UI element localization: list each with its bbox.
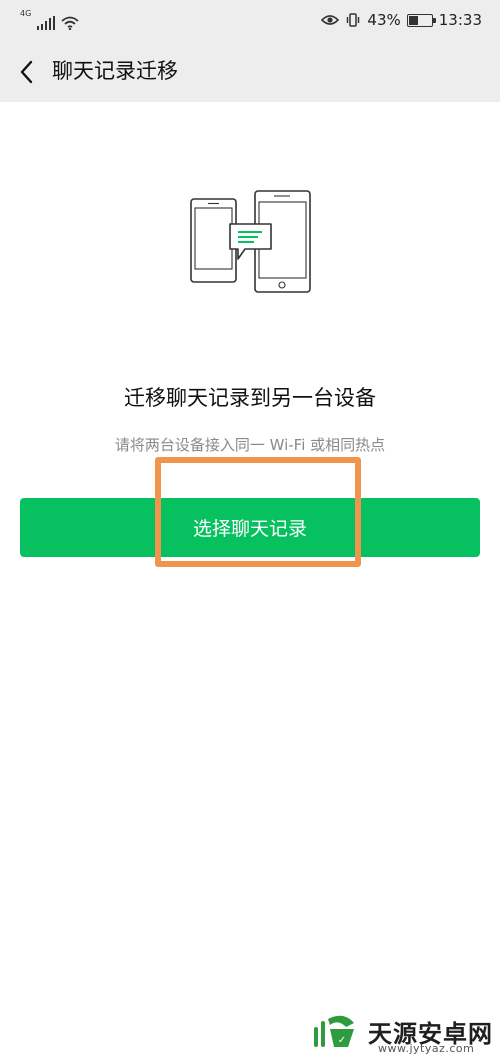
battery-percent: 43% <box>367 11 401 29</box>
nav-bar: 聊天记录迁移 <box>0 42 500 102</box>
page-title: 聊天记录迁移 <box>52 59 178 83</box>
network-type-label: 4G <box>20 9 32 18</box>
top-bar: 4G 43% 13:33 聊天记录迁移 <box>0 0 500 102</box>
status-left: 4G <box>20 10 79 30</box>
phones-transfer-icon <box>190 190 311 293</box>
vibrate-icon <box>347 13 360 27</box>
svg-text:✓: ✓ <box>338 1035 346 1046</box>
battery-fill <box>408 15 418 25</box>
watermark-url: www.jytyaz.com <box>378 1042 475 1055</box>
watermark-logo-icon: ✓ <box>314 1015 354 1047</box>
instruction-text: 请将两台设备接入同一 Wi-Fi 或相同热点 <box>114 436 386 454</box>
status-right: 43% 13:33 <box>321 11 482 29</box>
battery-icon <box>406 13 436 27</box>
chevron-left-icon <box>20 60 33 84</box>
screen: 4G 43% 13:33 聊天记录迁移 迁移聊天记录到另一台设备 请将两台设备接… <box>0 0 500 1057</box>
watermark: ✓ 天源安卓网 www.jytyaz.com <box>306 1012 496 1055</box>
signal-icon <box>37 16 56 30</box>
headline: 迁移聊天记录到另一台设备 <box>124 386 376 410</box>
eye-icon <box>321 15 340 25</box>
select-chat-history-button[interactable]: 选择聊天记录 <box>20 498 480 557</box>
wifi-icon <box>61 16 79 30</box>
clock: 13:33 <box>438 11 482 29</box>
select-chat-history-label: 选择聊天记录 <box>192 519 307 540</box>
back-button[interactable] <box>10 54 42 90</box>
status-bar: 4G 43% 13:33 <box>0 0 500 42</box>
